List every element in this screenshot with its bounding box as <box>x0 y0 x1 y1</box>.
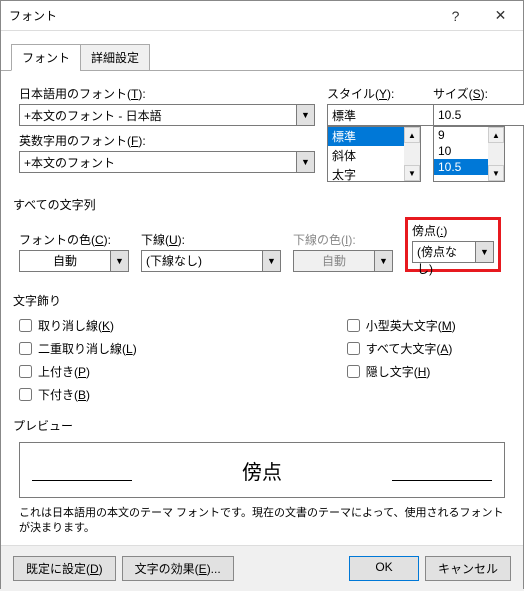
chevron-down-icon[interactable]: ▼ <box>297 151 315 173</box>
list-item[interactable]: 9 <box>434 127 488 143</box>
font-color-combo[interactable]: 自動▼ <box>19 250 129 272</box>
jp-font-input[interactable] <box>19 104 297 126</box>
strike-checkbox[interactable]: 取り消し線(K) <box>19 317 137 334</box>
font-dialog: フォント ? ✕ フォント 詳細設定 日本語用のフォント(T): ▼ 英数字用の… <box>0 0 524 589</box>
en-font-input[interactable] <box>19 151 297 173</box>
decoration-label: 文字飾り <box>13 292 505 309</box>
preview-label: プレビュー <box>13 417 505 434</box>
scroll-up-icon[interactable]: ▲ <box>404 127 420 143</box>
underline-label: 下線(U): <box>141 231 281 248</box>
list-item[interactable]: 太字 <box>328 165 404 182</box>
emphasis-label: 傍点(:) <box>412 222 494 239</box>
style-listbox[interactable]: 標準 斜体 太字 ▲▼ <box>327 126 421 182</box>
jp-font-label: 日本語用のフォント(T): <box>19 85 315 102</box>
emphasis-highlight: 傍点(:) (傍点なし)▼ <box>405 217 501 272</box>
list-item[interactable]: 10 <box>434 143 488 159</box>
preview-line <box>392 480 492 481</box>
window-title: フォント <box>1 7 433 24</box>
content-area: 日本語用のフォント(T): ▼ 英数字用のフォント(F): ▼ スタイル(Y):… <box>1 71 523 545</box>
emphasis-combo[interactable]: (傍点なし)▼ <box>412 241 494 263</box>
underline-value: (下線なし) <box>141 250 263 272</box>
cancel-button[interactable]: キャンセル <box>425 556 511 581</box>
footer: 既定に設定(D) 文字の効果(E)... OK キャンセル <box>1 545 523 591</box>
allcaps-checkbox[interactable]: すべて大文字(A) <box>347 340 456 357</box>
preview-box: 傍点 <box>19 442 505 498</box>
list-item[interactable]: 標準 <box>328 127 404 146</box>
font-color-value: 自動 <box>19 250 111 272</box>
description-text: これは日本語用の本文のテーマ フォントです。現在の文書のテーマによって、使用され… <box>19 506 505 537</box>
double-strike-checkbox[interactable]: 二重取り消し線(L) <box>19 340 137 357</box>
all-chars-label: すべての文字列 <box>13 196 505 213</box>
chevron-down-icon[interactable]: ▼ <box>111 250 129 272</box>
help-button[interactable]: ? <box>433 1 478 31</box>
en-font-label: 英数字用のフォント(F): <box>19 132 315 149</box>
chevron-down-icon[interactable]: ▼ <box>263 250 281 272</box>
size-input[interactable] <box>433 104 524 126</box>
hidden-checkbox[interactable]: 隠し文字(H) <box>347 363 456 380</box>
text-effects-button[interactable]: 文字の効果(E)... <box>122 556 234 581</box>
font-color-label: フォントの色(C): <box>19 231 129 248</box>
style-label: スタイル(Y): <box>327 85 421 102</box>
superscript-checkbox[interactable]: 上付き(P) <box>19 363 137 380</box>
underline-color-combo: 自動▼ <box>293 250 393 272</box>
underline-color-value: 自動 <box>293 250 375 272</box>
titlebar: フォント ? ✕ <box>1 1 523 31</box>
ok-button[interactable]: OK <box>349 556 419 581</box>
emphasis-value: (傍点なし) <box>412 241 476 263</box>
tab-strip: フォント 詳細設定 <box>1 35 523 71</box>
scrollbar[interactable]: ▲▼ <box>488 127 504 181</box>
preview-line <box>32 480 132 481</box>
chevron-down-icon[interactable]: ▼ <box>297 104 315 126</box>
tab-advanced[interactable]: 詳細設定 <box>80 44 150 71</box>
subscript-checkbox[interactable]: 下付き(B) <box>19 386 137 403</box>
size-listbox[interactable]: 9 10 10.5 ▲▼ <box>433 126 505 182</box>
list-item[interactable]: 10.5 <box>434 159 488 175</box>
list-item[interactable]: 斜体 <box>328 146 404 165</box>
size-input-wrap[interactable] <box>433 104 505 126</box>
scroll-down-icon[interactable]: ▼ <box>404 165 420 181</box>
close-button[interactable]: ✕ <box>478 1 523 31</box>
underline-color-label: 下線の色(I): <box>293 231 393 248</box>
set-default-button[interactable]: 既定に設定(D) <box>13 556 116 581</box>
scroll-down-icon[interactable]: ▼ <box>488 165 504 181</box>
jp-font-combo[interactable]: ▼ <box>19 104 315 126</box>
scrollbar[interactable]: ▲▼ <box>404 127 420 181</box>
chevron-down-icon[interactable]: ▼ <box>476 241 494 263</box>
size-label: サイズ(S): <box>433 85 505 102</box>
underline-combo[interactable]: (下線なし)▼ <box>141 250 281 272</box>
tab-font[interactable]: フォント <box>11 44 81 71</box>
preview-text: 傍点 <box>242 456 282 485</box>
scroll-up-icon[interactable]: ▲ <box>488 127 504 143</box>
en-font-combo[interactable]: ▼ <box>19 151 315 173</box>
style-input-wrap[interactable] <box>327 104 421 126</box>
chevron-down-icon: ▼ <box>375 250 393 272</box>
smallcaps-checkbox[interactable]: 小型英大文字(M) <box>347 317 456 334</box>
